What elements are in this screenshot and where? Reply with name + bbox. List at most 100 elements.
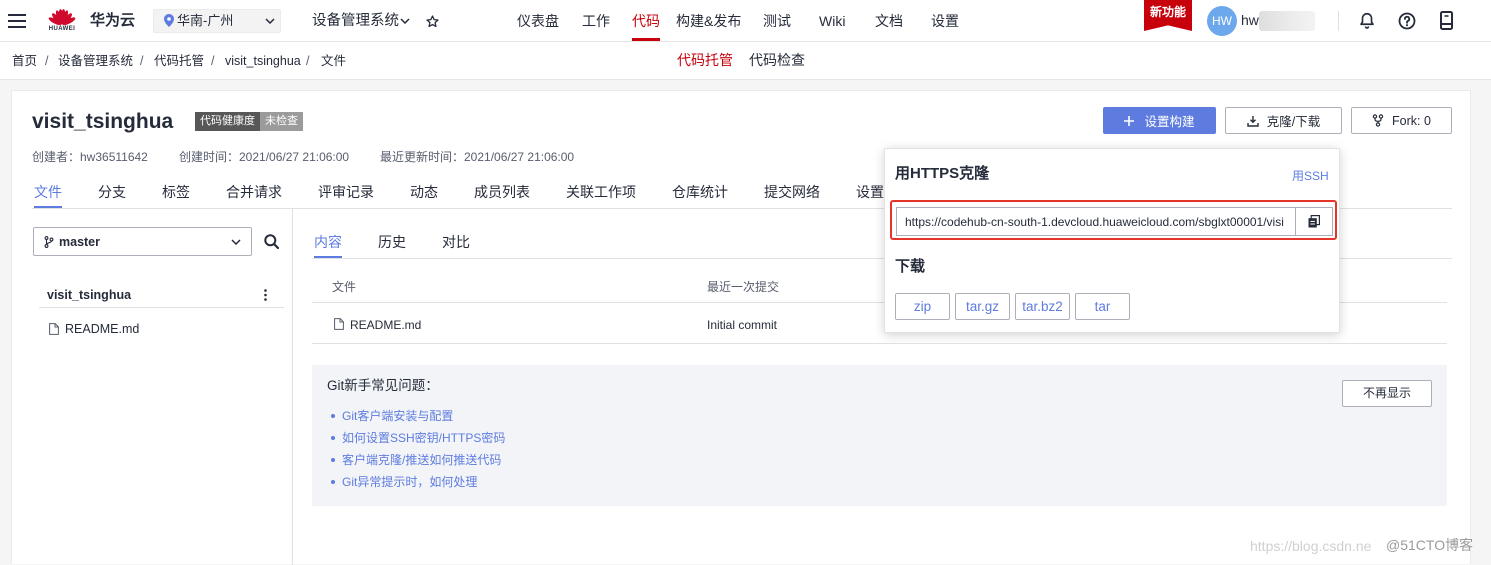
nav-wiki[interactable]: Wiki [819,12,845,30]
fork-icon [1372,114,1384,127]
chevron-down-icon [265,18,275,24]
table-row-divider [312,343,1447,344]
tab-history[interactable]: 历史 [378,233,406,251]
https-clone-title: 用HTTPS克隆 [895,165,990,182]
clone-url-field[interactable] [896,207,1296,236]
download-tarbz2-button[interactable]: tar.bz2 [1015,293,1070,320]
tab-repo-settings[interactable]: 设置 [856,183,884,201]
tab-content[interactable]: 内容 [314,233,342,251]
breadcrumb-current: 文件 [321,54,347,68]
page-title: visit_tsinghua [32,110,174,133]
menu-icon[interactable] [8,14,26,28]
nav-test[interactable]: 测试 [763,12,791,30]
chevron-down-icon[interactable] [400,18,410,24]
clone-download-button[interactable]: 克隆/下载 [1225,107,1342,134]
tab-compare[interactable]: 对比 [442,233,470,251]
file-name-link[interactable]: README.md [350,317,421,333]
list-bullet [331,414,335,418]
help-icon[interactable] [1398,12,1416,30]
code-health-badge[interactable]: 代码健康度 未检查 [195,112,303,131]
setup-build-button[interactable]: 设置构建 [1103,107,1216,134]
breadcrumb-home[interactable]: 首页 [12,53,37,69]
clone-download-label: 克隆/下载 [1266,115,1321,129]
tree-divider [39,307,284,308]
nav-dashboard[interactable]: 仪表盘 [517,12,559,30]
device-icon[interactable] [1440,11,1453,30]
huawei-logo[interactable]: HUAWEI [47,5,77,33]
project-selector[interactable]: 设备管理系统 [312,11,399,31]
help-link-errors[interactable]: Git异常提示时，如何处理 [342,474,477,490]
tab-files[interactable]: 文件 [34,183,62,201]
region-selector[interactable]: 华南-广州 [153,9,281,33]
use-ssh-link[interactable]: 用SSH [1292,168,1329,184]
tab-branches[interactable]: 分支 [98,183,126,201]
copy-url-button[interactable] [1295,207,1333,236]
download-icon [1247,115,1259,127]
breadcrumb-separator: / [45,54,49,68]
breadcrumb-separator: / [211,54,215,68]
help-link-ssh-key[interactable]: 如何设置SSH密钥/HTTPS密码 [342,430,505,446]
breadcrumb-repo[interactable]: visit_tsinghua [225,53,301,69]
column-header-last-commit: 最近一次提交 [707,280,780,294]
tab-code-hosting[interactable]: 代码托管 [677,51,733,69]
file-icon [334,318,344,330]
tree-file-item[interactable]: README.md [65,321,139,337]
tab-merge-requests[interactable]: 合并请求 [226,183,282,201]
tab-statistics[interactable]: 仓库统计 [672,183,728,201]
watermark-source: @51CTO博客 [1386,537,1474,553]
tab-code-check[interactable]: 代码检查 [749,51,805,69]
plus-icon [1124,115,1135,126]
brand-name[interactable]: 华为云 [90,11,135,31]
code-health-label: 代码健康度 [195,112,260,131]
breadcrumb: 首页 / 设备管理系统 / 代码托管 / visit_tsinghua / 文件… [0,42,1491,80]
dismiss-button[interactable]: 不再显示 [1342,380,1432,407]
tab-members[interactable]: 成员列表 [474,183,530,201]
breadcrumb-separator: / [306,54,310,68]
help-link-clone-push[interactable]: 客户端克隆/推送如何推送代码 [342,452,501,468]
last-commit-message[interactable]: Initial commit [707,317,777,333]
help-link-install[interactable]: Git客户端安装与配置 [342,408,453,424]
fork-button[interactable]: Fork: 0 [1351,107,1452,134]
download-targz-button[interactable]: tar.gz [955,293,1010,320]
watermark-url: https://blog.csdn.ne [1250,538,1372,554]
tab-activity[interactable]: 动态 [410,183,438,201]
region-label: 华南-广州 [177,13,234,28]
branch-selector[interactable]: master [33,227,252,256]
username[interactable]: hw [1241,11,1259,29]
breadcrumb-codehub[interactable]: 代码托管 [154,53,204,69]
new-feature-badge[interactable]: 新功能 [1144,0,1192,31]
bell-icon[interactable] [1358,11,1376,30]
list-bullet [331,458,335,462]
nav-work[interactable]: 工作 [582,12,610,30]
tab-commit-network[interactable]: 提交网络 [764,183,820,201]
nav-code[interactable]: 代码 [632,12,660,30]
nav-docs[interactable]: 文档 [875,12,903,30]
list-bullet [331,436,335,440]
star-icon[interactable] [426,15,439,28]
repo-updated-time: 最近更新时间：2021/06/27 21:06:00 [380,150,575,164]
repo-created-time: 创建时间：2021/06/27 21:06:00 [179,150,350,164]
avatar[interactable]: HW [1207,6,1237,36]
search-icon[interactable] [264,234,279,249]
nav-divider [1338,11,1339,31]
download-title: 下载 [895,258,926,275]
chevron-down-icon [231,239,241,245]
list-bullet [331,480,335,484]
tab-work-items[interactable]: 关联工作项 [566,183,636,201]
tab-reviews[interactable]: 评审记录 [318,183,374,201]
nav-build-release[interactable]: 构建&发布 [676,12,741,30]
repo-creator: 创建者：hw36511642 [32,150,148,164]
more-vertical-icon[interactable] [264,289,267,301]
tab-tags[interactable]: 标签 [162,183,190,201]
breadcrumb-project[interactable]: 设备管理系统 [58,53,133,69]
git-help-title: Git新手常见问题： [327,378,439,393]
fork-count: Fork: 0 [1392,113,1431,128]
active-nav-indicator [632,38,660,41]
tree-root-folder[interactable]: visit_tsinghua [47,287,131,303]
nav-settings[interactable]: 设置 [931,12,959,30]
download-zip-button[interactable]: zip [895,293,950,320]
code-health-status: 未检查 [260,112,303,131]
download-tar-button[interactable]: tar [1075,293,1130,320]
branch-icon [44,236,54,248]
clone-download-popover: 用HTTPS克隆 用SSH 下载 zip tar.gz tar.bz2 tar [884,148,1340,333]
